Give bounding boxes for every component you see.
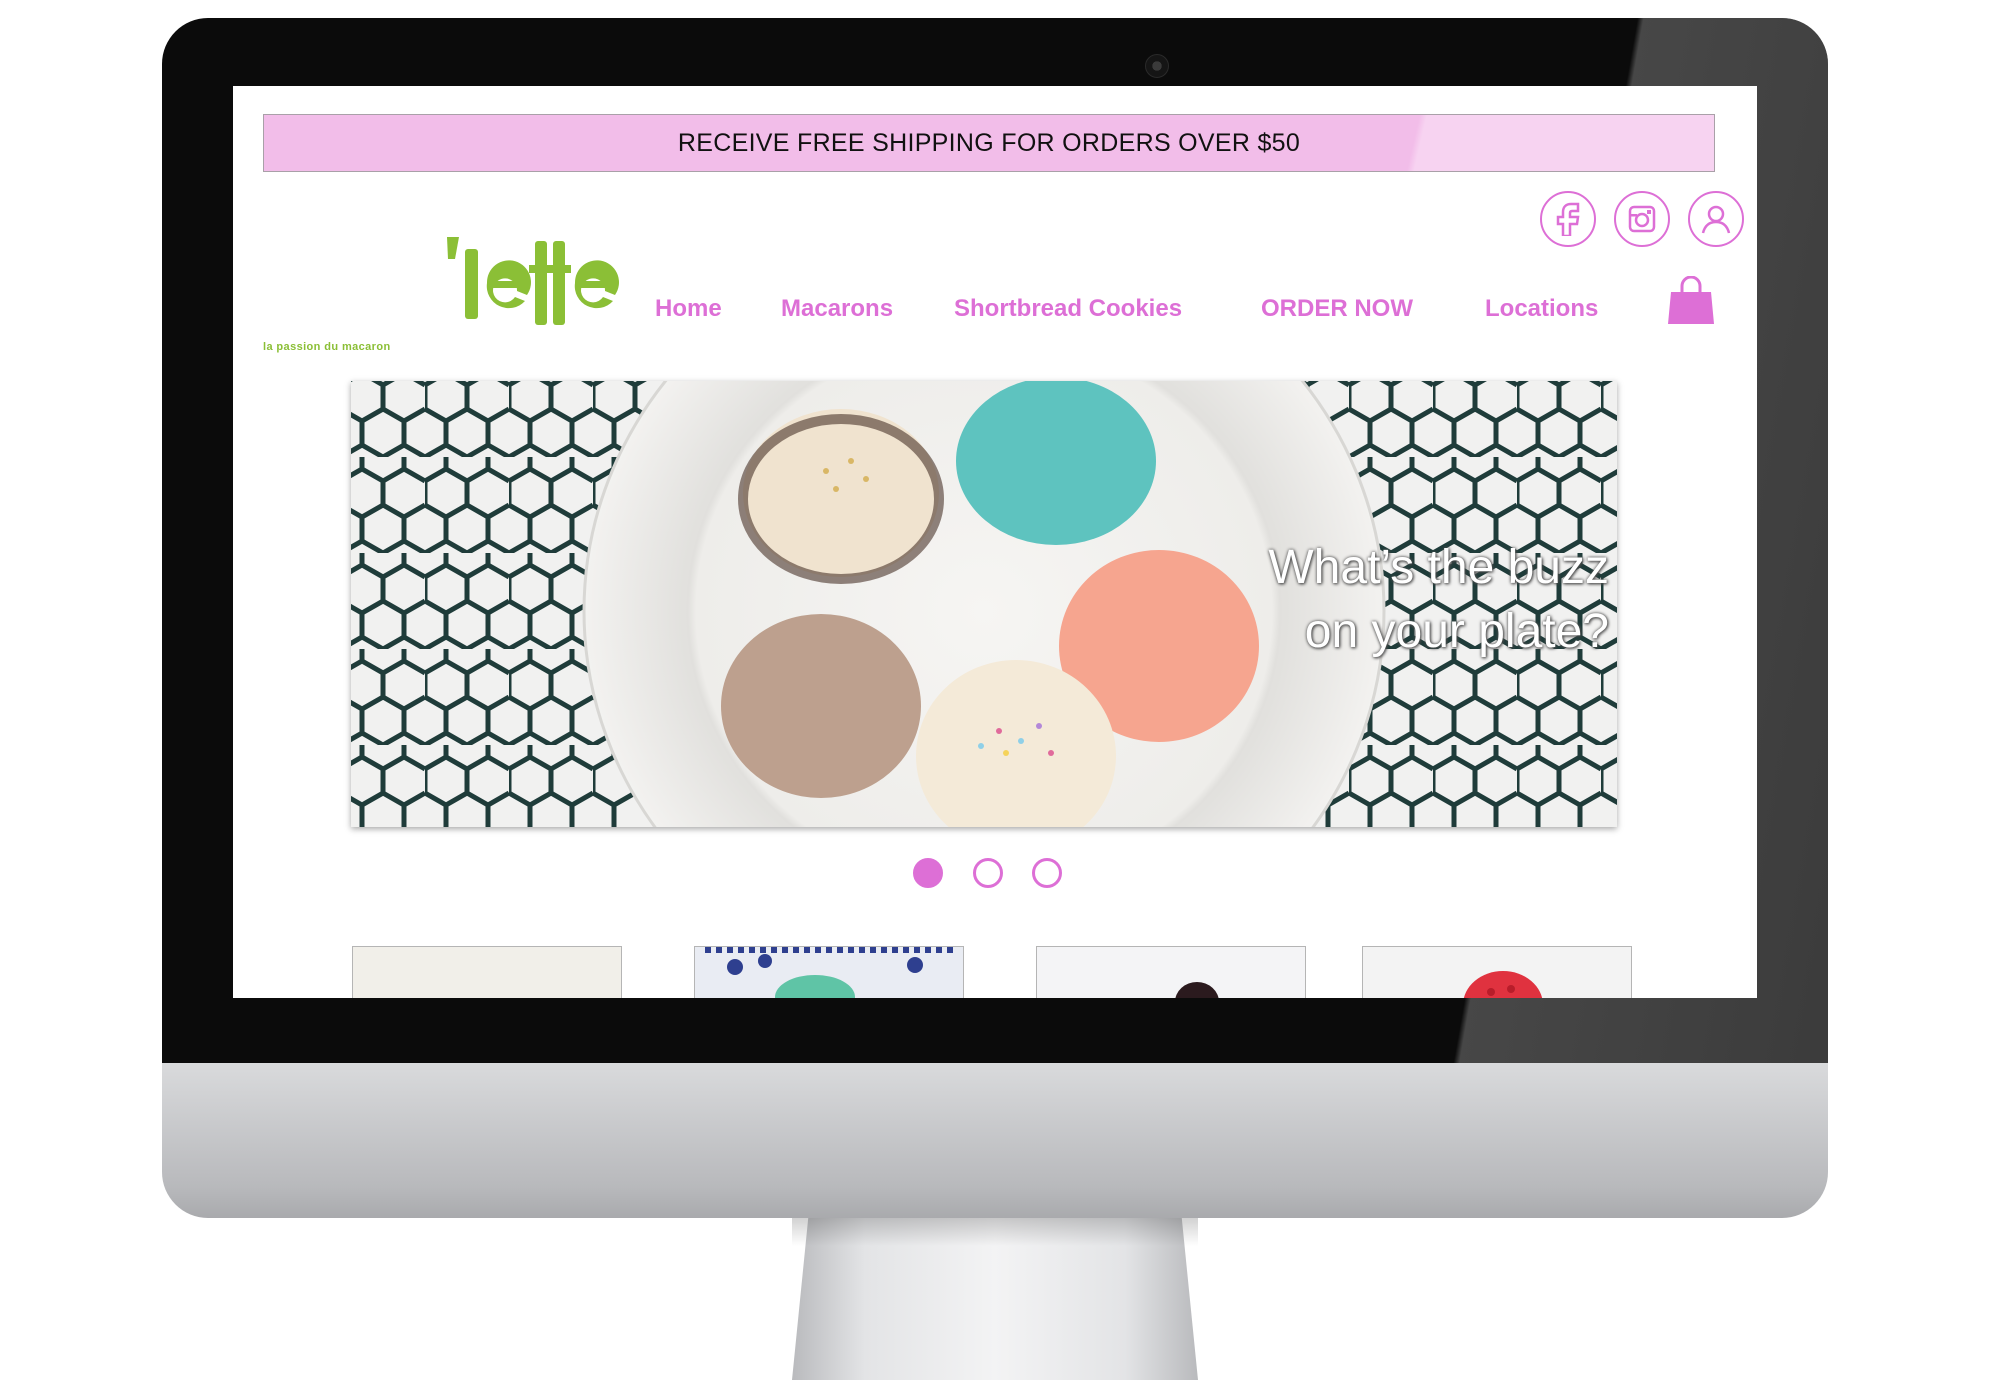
product-thumbnail[interactable] bbox=[1036, 946, 1306, 998]
monitor-chin bbox=[162, 1063, 1828, 1218]
product-thumbnail[interactable] bbox=[352, 946, 622, 998]
stand-shadow bbox=[792, 1218, 1198, 1246]
thumbnail-image bbox=[1037, 947, 1305, 998]
nav-macarons[interactable]: Macarons bbox=[781, 295, 893, 323]
hero-caption-line1: What’s the buzz bbox=[1268, 541, 1609, 594]
nav-locations[interactable]: Locations bbox=[1485, 295, 1598, 323]
nav-shortbread-cookies[interactable]: Shortbread Cookies bbox=[954, 295, 1182, 323]
carousel-dot-2[interactable] bbox=[973, 858, 1003, 888]
hero-caption: What’s the buzz on your plate? bbox=[1268, 536, 1609, 664]
shopping-bag-icon[interactable] bbox=[1667, 275, 1715, 326]
logo-wordmark bbox=[447, 237, 619, 325]
camera bbox=[1145, 54, 1169, 78]
promo-text: RECEIVE FREE SHIPPING FOR ORDERS OVER $5… bbox=[677, 128, 1301, 157]
instagram-icon[interactable] bbox=[1614, 191, 1670, 247]
product-thumbnail[interactable] bbox=[1362, 946, 1632, 998]
logo-tagline: la passion du macaron bbox=[263, 341, 391, 353]
thumbnail-image bbox=[1363, 947, 1631, 998]
thumbnail-image bbox=[695, 947, 963, 998]
hero-slide[interactable]: What’s the buzz on your plate? bbox=[351, 381, 1617, 827]
facebook-icon[interactable] bbox=[1540, 191, 1596, 247]
promo-banner[interactable]: RECEIVE FREE SHIPPING FOR ORDERS OVER $5… bbox=[263, 114, 1715, 172]
carousel-dot-1[interactable] bbox=[913, 858, 943, 888]
carousel-dot-3[interactable] bbox=[1032, 858, 1062, 888]
hero-caption-line2: on your plate? bbox=[1304, 605, 1609, 658]
website-screen: RECEIVE FREE SHIPPING FOR ORDERS OVER $5… bbox=[233, 86, 1757, 998]
site-logo[interactable]: la passion du macaron bbox=[263, 231, 623, 353]
product-thumbnail[interactable] bbox=[694, 946, 964, 998]
nav-home[interactable]: Home bbox=[655, 295, 722, 323]
nav-order-now[interactable]: ORDER NOW bbox=[1261, 295, 1413, 323]
carousel-dots bbox=[913, 858, 1073, 898]
account-icon[interactable] bbox=[1688, 191, 1744, 247]
